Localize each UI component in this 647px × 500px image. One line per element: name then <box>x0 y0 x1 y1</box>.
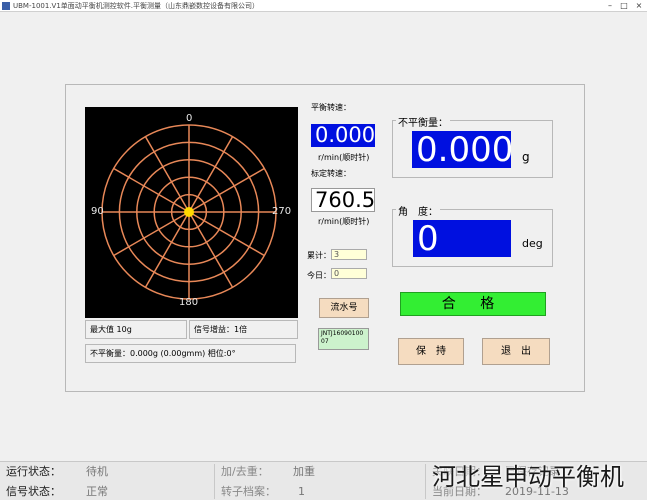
polar-label-90: 90 <box>91 206 104 217</box>
exit-button[interactable]: 退 出 <box>482 338 550 365</box>
total-count-field: 3 <box>331 249 367 260</box>
signal-gain-cell: 信号增益：1倍 <box>189 320 298 339</box>
calib-speed-display: 760.5 <box>311 188 375 212</box>
total-count-label: 累计： <box>307 251 331 260</box>
unbalance-display: 0.000 <box>412 131 511 168</box>
mode-label: 加/去重： <box>221 465 269 478</box>
today-count-field: 0 <box>331 268 367 279</box>
angle-display: 0 <box>413 220 511 257</box>
run-state-label: 运行状态： <box>6 465 61 478</box>
serial-number-field: JNTJ16090100 07 <box>318 328 369 350</box>
status-separator <box>425 464 426 499</box>
polar-label-180: 180 <box>179 297 199 308</box>
calib-speed-label: 标定转速： <box>311 169 351 178</box>
run-state-value: 待机 <box>86 465 108 478</box>
signal-state-label: 信号状态： <box>6 485 61 498</box>
result-pass-indicator: 合 格 <box>400 292 546 316</box>
polar-grid <box>101 124 277 300</box>
app-icon <box>2 2 10 10</box>
unbalance-unit: g <box>522 150 530 164</box>
polar-label-0: 0 <box>186 113 193 124</box>
minimize-button[interactable]: – <box>603 0 617 12</box>
signal-state-value: 正常 <box>86 485 108 498</box>
max-value-cell: 最大值 10g <box>85 320 187 339</box>
close-button[interactable]: × <box>632 0 646 12</box>
hold-button[interactable]: 保 持 <box>398 338 464 365</box>
rotor-file-value: 1 <box>298 485 305 498</box>
angle-unit: deg <box>522 237 543 250</box>
polar-plot: 0 90 270 180 <box>85 107 298 318</box>
balance-speed-display: 0.000 <box>311 124 375 147</box>
unbalance-group-title: 不平衡量： <box>396 114 450 129</box>
balance-speed-unit: r/min(顺时针) <box>318 153 370 162</box>
window-title: UBM-1001.V1单面动平衡机测控软件.平衡测量（山东鼎嵌数控设备有限公司） <box>13 2 259 10</box>
polar-label-270: 270 <box>272 206 292 217</box>
today-count-label: 今日： <box>307 271 331 280</box>
unbalance-summary-cell: 不平衡量：0.000g (0.00gmm) 相位:0° <box>85 344 296 363</box>
watermark-text: 河北星申动平衡机 <box>432 463 624 491</box>
rotor-file-label: 转子档案： <box>221 485 276 498</box>
serial-number-button[interactable]: 流水号 <box>319 298 369 318</box>
mode-value: 加重 <box>293 465 315 478</box>
title-bar: UBM-1001.V1单面动平衡机测控软件.平衡测量（山东鼎嵌数控设备有限公司）… <box>0 0 647 12</box>
maximize-button[interactable]: □ <box>617 0 631 12</box>
angle-group-title: 角 度： <box>396 203 440 218</box>
status-separator <box>214 464 215 499</box>
calib-speed-unit: r/min(顺时针) <box>318 217 370 226</box>
unbalance-point <box>184 207 194 217</box>
balance-speed-label: 平衡转速： <box>311 103 351 112</box>
